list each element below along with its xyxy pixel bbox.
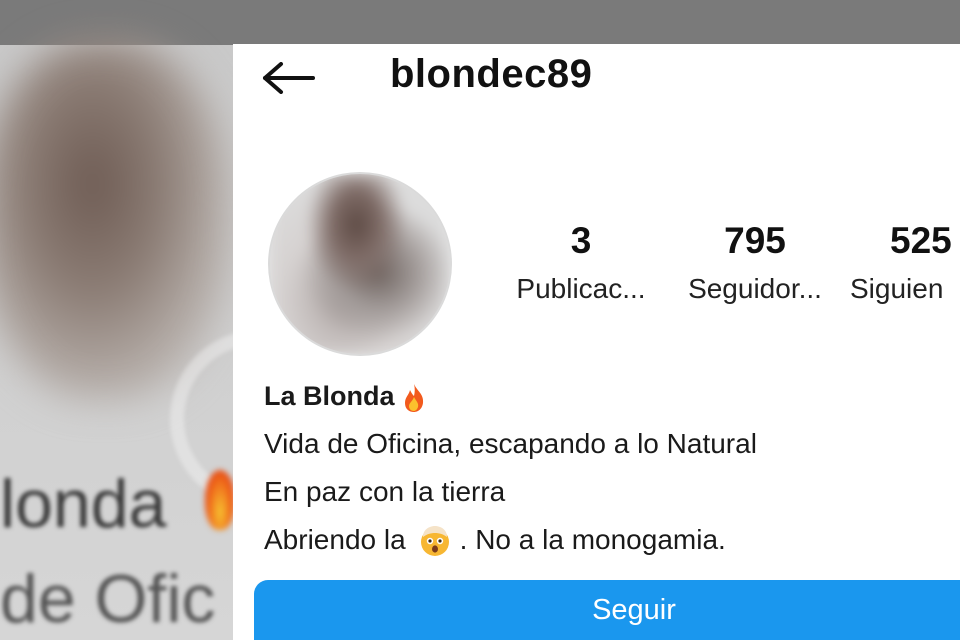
stat-following[interactable]: 525 Siguien: [850, 222, 960, 305]
bio-line-3-start: Abriendo la: [264, 524, 406, 555]
blurred-avatar: [0, 40, 230, 400]
back-button[interactable]: [261, 62, 317, 94]
avatar-image: [270, 174, 450, 354]
bio-line-3: Abriendo la . No a la monogamia.: [264, 516, 954, 564]
follow-button[interactable]: Seguir: [254, 580, 960, 640]
stat-posts[interactable]: 3 Publicac...: [501, 222, 661, 305]
following-count: 525: [890, 220, 952, 261]
followers-count: 795: [724, 220, 786, 261]
blurred-bio-text: de Ofic: [0, 561, 216, 637]
stat-followers[interactable]: 795 Seguidor...: [673, 222, 837, 305]
following-label: Siguien: [850, 273, 944, 304]
bio-line-2: En paz con la tierra: [264, 476, 506, 507]
fire-emoji-icon: [403, 380, 425, 412]
exploding-head-emoji-icon: [418, 523, 452, 557]
posts-count: 3: [570, 220, 592, 261]
profile-bio: La Blonda Vida de Oficina, escapando a l…: [264, 372, 954, 564]
blurred-fire-icon: [205, 470, 235, 530]
posts-label: Publicac...: [516, 273, 646, 304]
arrow-left-icon: [263, 62, 315, 94]
display-name: La Blonda: [264, 381, 395, 411]
follow-button-label: Seguir: [592, 594, 676, 626]
bio-line-1: Vida de Oficina, escapando a lo Natural: [264, 428, 757, 459]
display-name-line: La Blonda: [264, 372, 954, 420]
blurred-name-text: londa: [0, 466, 167, 542]
bio-line-3-end: . No a la monogamia.: [459, 524, 726, 555]
profile-header: blondec89: [233, 44, 960, 114]
profile-username: blondec89: [390, 52, 593, 96]
avatar[interactable]: [270, 174, 450, 354]
followers-label: Seguidor...: [688, 273, 822, 304]
profile-card: blondec89 3 Publicac... 795 Seguidor... …: [233, 44, 960, 640]
